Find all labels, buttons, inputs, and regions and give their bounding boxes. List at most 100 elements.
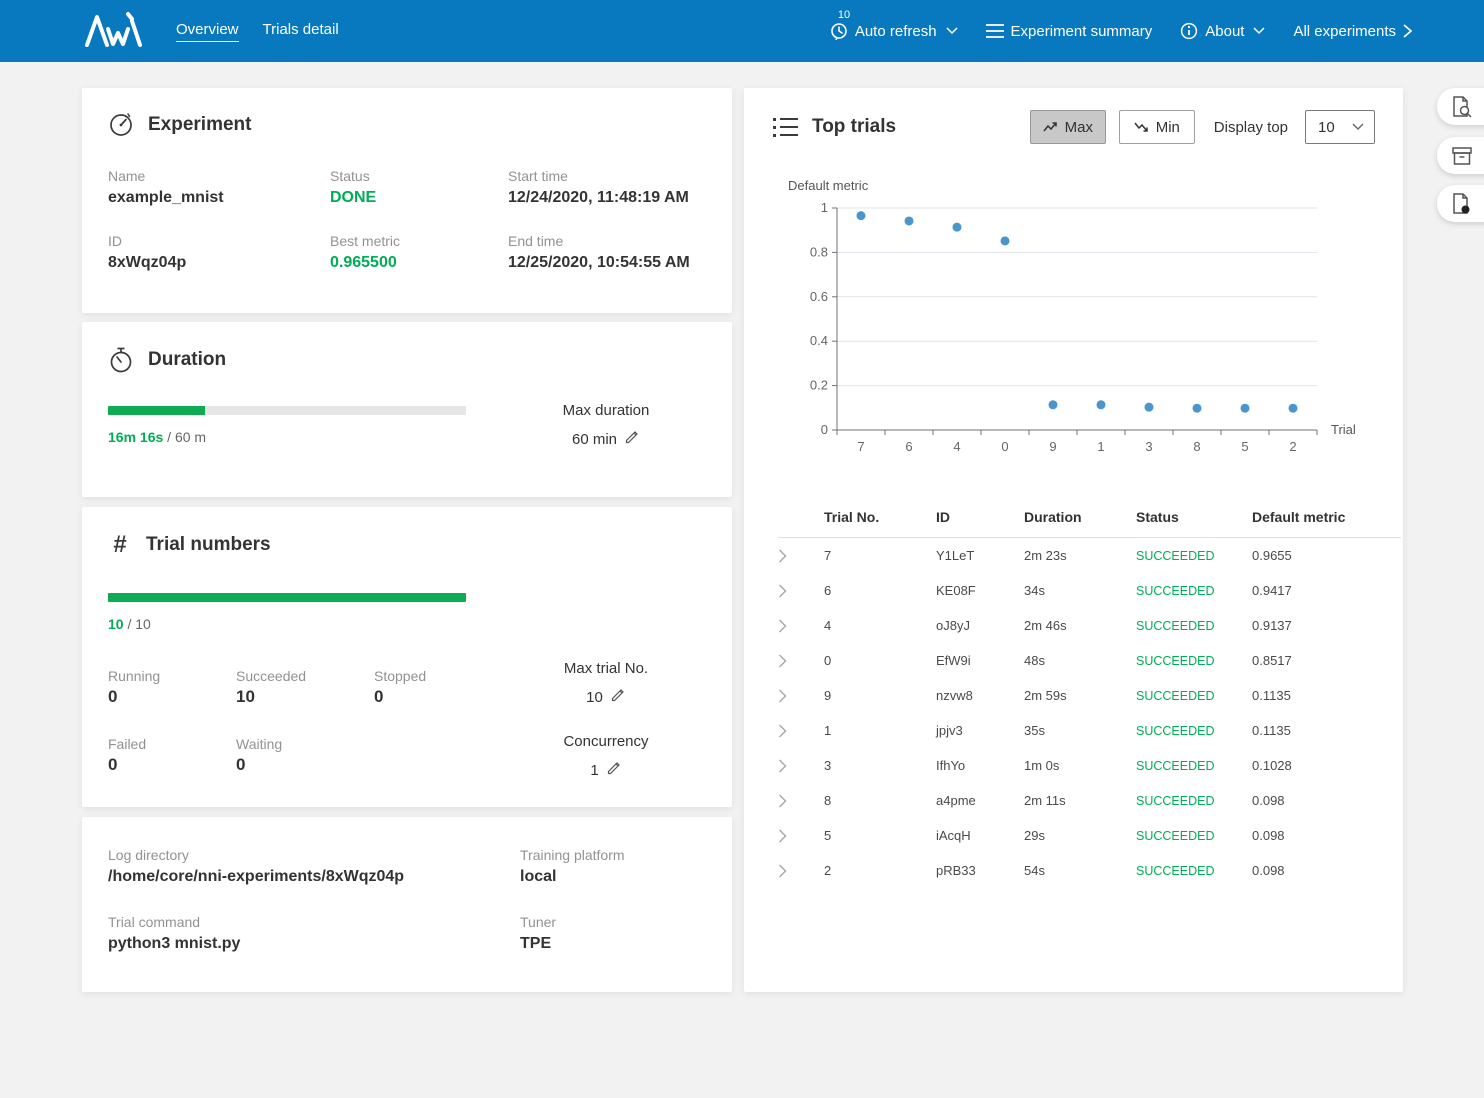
svg-text:6: 6: [905, 439, 912, 454]
max-button[interactable]: Max: [1030, 110, 1106, 144]
table-row[interactable]: 0 EfW9i 48s SUCCEEDED 0.8517: [778, 643, 1401, 678]
svg-text:4: 4: [953, 439, 960, 454]
cell-status: SUCCEEDED: [1136, 864, 1252, 878]
experiment-field: Status DONE: [330, 168, 508, 207]
top-trials-title: Top trials: [812, 116, 896, 138]
cell-metric: 0.9137: [1252, 618, 1401, 633]
document-search-icon: [1451, 95, 1473, 119]
edit-concurrency-icon[interactable]: [606, 760, 622, 780]
trial-numbers-card-title: Trial numbers: [146, 534, 271, 556]
cell-status: SUCCEEDED: [1136, 794, 1252, 808]
row-expand-icon[interactable]: [778, 549, 824, 563]
row-expand-icon[interactable]: [778, 584, 824, 598]
edit-max-trial-icon[interactable]: [610, 687, 626, 707]
stat-value: 0: [108, 755, 236, 775]
all-experiments-link[interactable]: All experiments: [1293, 23, 1412, 40]
table-row[interactable]: 4 oJ8yJ 2m 46s SUCCEEDED 0.9137: [778, 608, 1401, 643]
svg-text:8: 8: [1193, 439, 1200, 454]
svg-text:Default metric: Default metric: [788, 178, 869, 193]
experiment-field: End time 12/25/2020, 10:54:55 AM: [508, 233, 706, 272]
table-header-row: Trial No. ID Duration Status Default met…: [778, 496, 1401, 538]
chevron-down-icon: [946, 27, 958, 35]
col-id: ID: [936, 509, 1024, 525]
table-row[interactable]: 6 KE08F 34s SUCCEEDED 0.9417: [778, 573, 1401, 608]
cell-trial-no: 8: [824, 793, 936, 808]
auto-refresh-menu[interactable]: 10 Auto refresh: [830, 22, 958, 40]
table-row[interactable]: 1 jpjv3 35s SUCCEEDED 0.1135: [778, 713, 1401, 748]
stat-value: 0: [374, 687, 494, 707]
table-row[interactable]: 8 a4pme 2m 11s SUCCEEDED 0.098: [778, 783, 1401, 818]
field-label: Name: [108, 168, 330, 184]
search-space-button[interactable]: [1437, 88, 1484, 125]
col-trial-no: Trial No.: [824, 509, 936, 525]
chevron-down-icon: [1253, 27, 1265, 35]
col-default-metric: Default metric: [1252, 509, 1401, 525]
cell-metric: 0.1028: [1252, 758, 1401, 773]
tab-overview[interactable]: Overview: [176, 21, 239, 42]
svg-text:2: 2: [1289, 439, 1296, 454]
min-button[interactable]: Min: [1119, 110, 1195, 144]
field-label: Trial command: [108, 914, 520, 930]
display-top-dropdown[interactable]: 10: [1305, 110, 1375, 144]
row-expand-icon[interactable]: [778, 864, 824, 878]
cell-metric: 0.098: [1252, 828, 1401, 843]
row-expand-icon[interactable]: [778, 759, 824, 773]
table-row[interactable]: 9 nzvw8 2m 59s SUCCEEDED 0.1135: [778, 678, 1401, 713]
row-expand-icon[interactable]: [778, 689, 824, 703]
about-menu[interactable]: About: [1180, 22, 1265, 40]
table-row[interactable]: 7 Y1LeT 2m 23s SUCCEEDED 0.9655: [778, 538, 1401, 573]
svg-text:1: 1: [1097, 439, 1104, 454]
duration-caption: 16m 16s / 60 m: [108, 429, 488, 445]
edit-max-duration-icon[interactable]: [624, 429, 640, 449]
cell-status: SUCCEEDED: [1136, 724, 1252, 738]
experiment-card-title: Experiment: [148, 114, 251, 136]
cell-duration: 2m 11s: [1024, 793, 1136, 808]
table-body: 7 Y1LeT 2m 23s SUCCEEDED 0.9655 6 KE08F …: [778, 538, 1401, 888]
svg-text:0.2: 0.2: [810, 378, 828, 393]
cell-trial-no: 6: [824, 583, 936, 598]
all-experiments-label: All experiments: [1293, 23, 1396, 40]
log-file-button[interactable]: [1437, 185, 1484, 222]
tab-trials-detail[interactable]: Trials detail: [263, 21, 339, 42]
stat-label: Failed: [108, 736, 236, 752]
cell-duration: 35s: [1024, 723, 1136, 738]
max-button-label: Max: [1065, 119, 1093, 136]
trial-status-stats: Running 0 Succeeded 10 Stopped 0 Failed …: [108, 668, 506, 780]
table-row[interactable]: 2 pRB33 54s SUCCEEDED 0.098: [778, 853, 1401, 888]
duration-card-title: Duration: [148, 349, 226, 371]
table-row[interactable]: 5 iAcqH 29s SUCCEEDED 0.098: [778, 818, 1401, 853]
cell-id: EfW9i: [936, 653, 1024, 668]
svg-text:3: 3: [1145, 439, 1152, 454]
field-label: ID: [108, 233, 330, 249]
duration-progress-fill: [108, 406, 205, 415]
concurrency-label: Concurrency: [506, 733, 706, 750]
experiment-field: Start time 12/24/2020, 11:48:19 AM: [508, 168, 706, 207]
about-label: About: [1205, 23, 1244, 40]
row-expand-icon[interactable]: [778, 619, 824, 633]
row-expand-icon[interactable]: [778, 794, 824, 808]
max-trial-value: 10: [586, 689, 603, 706]
cell-trial-no: 7: [824, 548, 936, 563]
config-field: Training platform local: [520, 847, 706, 886]
config-archive-button[interactable]: [1437, 137, 1484, 174]
concurrency-value: 1: [590, 762, 598, 779]
experiment-summary-button[interactable]: Experiment summary: [986, 23, 1153, 40]
cell-id: KE08F: [936, 583, 1024, 598]
row-expand-icon[interactable]: [778, 654, 824, 668]
bulleted-list-icon: [772, 115, 798, 139]
stat-label: Stopped: [374, 668, 494, 684]
table-row[interactable]: 3 IfhYo 1m 0s SUCCEEDED 0.1028: [778, 748, 1401, 783]
cell-id: jpjv3: [936, 723, 1024, 738]
cell-id: a4pme: [936, 793, 1024, 808]
svg-text:0: 0: [1001, 439, 1008, 454]
svg-text:1: 1: [821, 200, 828, 215]
field-label: Best metric: [330, 233, 508, 249]
row-expand-icon[interactable]: [778, 829, 824, 843]
row-expand-icon[interactable]: [778, 724, 824, 738]
cell-duration: 48s: [1024, 653, 1136, 668]
refresh-interval-badge: 10: [838, 9, 850, 21]
cell-id: Y1LeT: [936, 548, 1024, 563]
cell-id: iAcqH: [936, 828, 1024, 843]
field-label: Start time: [508, 168, 706, 184]
metric-scatter-chart: 00.20.40.60.817640913852Default metricTr…: [772, 178, 1392, 468]
